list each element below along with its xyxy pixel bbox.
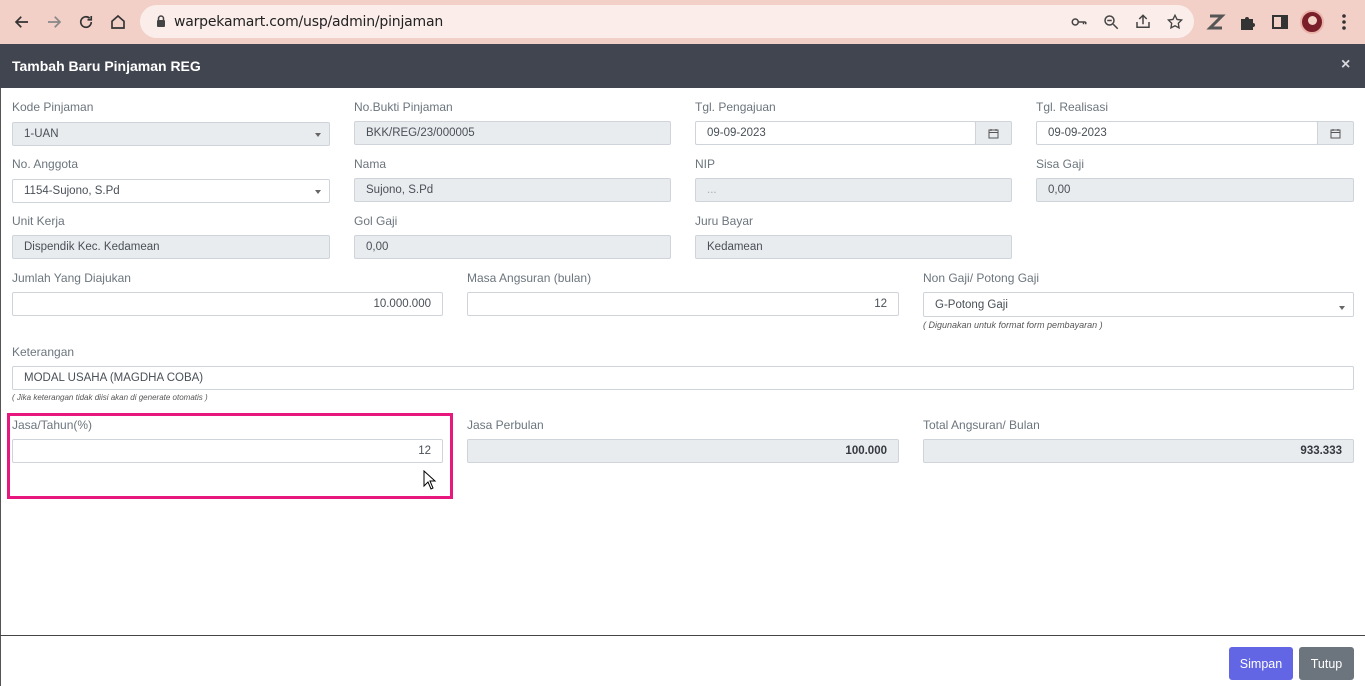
kode-pinjaman-value: 1-UAN <box>24 128 59 140</box>
unit-kerja-field[interactable]: Dispendik Kec. Kedamean <box>12 235 330 259</box>
tgl-realisasi-input[interactable]: 09-09-2023 <box>1036 121 1318 145</box>
keterangan-label: Keterangan <box>12 345 75 359</box>
forward-icon[interactable] <box>42 10 66 34</box>
footer-divider <box>0 635 1365 636</box>
menu-kebab-icon[interactable] <box>1334 12 1354 32</box>
non-gaji-select[interactable]: G-Potong Gaji <box>923 292 1354 317</box>
jasa-perbulan-field[interactable]: 100.000 <box>467 439 899 463</box>
juru-bayar-field[interactable]: Kedamean <box>695 235 1012 259</box>
profile-avatar[interactable] <box>1300 10 1324 34</box>
z-extension-icon[interactable] <box>1206 12 1226 32</box>
jasa-perbulan-label: Jasa Perbulan <box>467 418 544 432</box>
close-icon[interactable]: × <box>1341 56 1350 74</box>
sidepanel-icon[interactable] <box>1270 12 1290 32</box>
browser-toolbar: warpekamart.com/usp/admin/pinjaman <box>0 0 1365 44</box>
tgl-pengajuan-label: Tgl. Pengajuan <box>695 100 776 114</box>
nama-field[interactable]: Sujono, S.Pd <box>354 178 671 202</box>
share-icon[interactable] <box>1134 13 1152 31</box>
kode-pinjaman-select[interactable]: 1-UAN <box>12 122 330 146</box>
masa-angsuran-input[interactable]: 12 <box>467 292 899 316</box>
no-bukti-label: No.Bukti Pinjaman <box>354 100 453 114</box>
save-button[interactable]: Simpan <box>1229 647 1293 680</box>
puzzle-extension-icon[interactable] <box>1238 12 1258 32</box>
nip-field[interactable]: ... <box>695 178 1012 202</box>
mouse-cursor-icon <box>423 470 437 490</box>
tgl-pengajuan-input[interactable]: 09-09-2023 <box>695 121 976 145</box>
chevron-down-icon <box>315 133 321 137</box>
sisa-gaji-field[interactable]: 0,00 <box>1036 178 1354 202</box>
key-icon[interactable] <box>1070 13 1088 31</box>
no-anggota-select[interactable]: 1154-Sujono, S.Pd <box>12 179 330 203</box>
gol-gaji-label: Gol Gaji <box>354 214 398 228</box>
calendar-icon[interactable] <box>1317 121 1354 145</box>
keterangan-hint: ( Jika keterangan tidak diisi akan di ge… <box>12 393 208 402</box>
jumlah-label: Jumlah Yang Diajukan <box>12 271 131 285</box>
non-gaji-value: G-Potong Gaji <box>935 298 1008 311</box>
modal-border <box>0 88 1 686</box>
calendar-icon[interactable] <box>975 121 1012 145</box>
nip-label: NIP <box>695 157 716 171</box>
chevron-down-icon <box>315 190 321 194</box>
modal-header: Tambah Baru Pinjaman REG × <box>0 44 1365 88</box>
no-anggota-label: No. Anggota <box>12 157 79 171</box>
total-angsuran-label: Total Angsuran/ Bulan <box>923 418 1040 432</box>
url-text[interactable]: warpekamart.com/usp/admin/pinjaman <box>174 14 443 30</box>
no-anggota-value: 1154-Sujono, S.Pd <box>24 185 120 197</box>
unit-kerja-label: Unit Kerja <box>12 214 65 228</box>
zoom-icon[interactable] <box>1102 13 1120 31</box>
non-gaji-hint: ( Digunakan untuk format form pembayaran… <box>923 320 1103 330</box>
bookmark-star-icon[interactable] <box>1166 13 1184 31</box>
sisa-gaji-label: Sisa Gaji <box>1036 157 1085 171</box>
total-angsuran-field[interactable]: 933.333 <box>923 439 1354 463</box>
non-gaji-label: Non Gaji/ Potong Gaji <box>923 271 1040 285</box>
address-bar[interactable]: warpekamart.com/usp/admin/pinjaman <box>140 5 1194 38</box>
jasa-tahun-label: Jasa/Tahun(%) <box>12 418 93 432</box>
back-icon[interactable] <box>10 10 34 34</box>
cancel-button[interactable]: Tutup <box>1299 647 1354 680</box>
kode-pinjaman-label: Kode Pinjaman <box>12 100 94 114</box>
keterangan-input[interactable]: MODAL USAHA (MAGDHA COBA) <box>12 366 1354 390</box>
nama-label: Nama <box>354 157 387 171</box>
tgl-realisasi-label: Tgl. Realisasi <box>1036 100 1109 114</box>
masa-angsuran-label: Masa Angsuran (bulan) <box>467 271 592 285</box>
home-icon[interactable] <box>106 10 130 34</box>
jasa-tahun-input[interactable]: 12 <box>12 439 443 463</box>
gol-gaji-field[interactable]: 0,00 <box>354 235 671 259</box>
lock-icon <box>157 15 165 27</box>
no-bukti-field[interactable]: BKK/REG/23/000005 <box>354 121 671 145</box>
chevron-down-icon <box>1339 306 1345 310</box>
modal-title: Tambah Baru Pinjaman REG <box>12 58 201 74</box>
juru-bayar-label: Juru Bayar <box>695 214 754 228</box>
jumlah-input[interactable]: 10.000.000 <box>12 292 443 316</box>
reload-icon[interactable] <box>74 10 98 34</box>
